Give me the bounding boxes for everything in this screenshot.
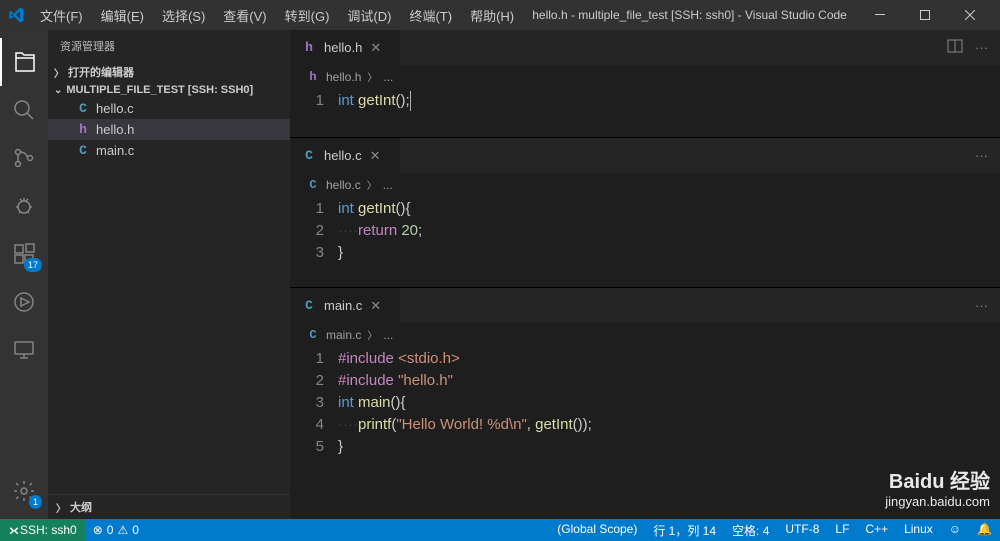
- chevron-right-icon: 〉: [56, 500, 66, 515]
- close-tab-icon[interactable]: ✕: [370, 40, 381, 56]
- vscode-logo-icon: [8, 7, 24, 23]
- feedback-icon[interactable]: ☺: [941, 522, 969, 536]
- breadcrumb[interactable]: hhello.h〉...: [290, 65, 1000, 88]
- search-icon[interactable]: [0, 86, 48, 134]
- breadcrumb[interactable]: Cmain.c〉...: [290, 323, 1000, 346]
- notifications-icon[interactable]: 🔔: [969, 522, 1000, 536]
- sidebar: 资源管理器 〉打开的编辑器 ⌄MULTIPLE_FILE_TEST [SSH: …: [48, 30, 290, 519]
- chevron-right-icon: 〉: [54, 65, 64, 80]
- menu-item[interactable]: 转到(G): [277, 2, 338, 29]
- h-file-icon: h: [306, 70, 320, 84]
- menu-item[interactable]: 文件(F): [32, 2, 91, 29]
- outline-section[interactable]: 〉大纲: [48, 494, 290, 519]
- window-title: hello.h - multiple_file_test [SSH: ssh0]…: [522, 8, 857, 22]
- menu-item[interactable]: 选择(S): [154, 2, 213, 29]
- language-mode-button[interactable]: C++: [857, 522, 896, 536]
- close-button[interactable]: [947, 0, 992, 30]
- chevron-down-icon: ⌄: [54, 85, 62, 96]
- menu-item[interactable]: 调试(D): [339, 2, 399, 29]
- code-editor[interactable]: 12345 #include <stdio.h>#include "hello.…: [290, 346, 1000, 519]
- file-type-icon: h: [76, 122, 90, 137]
- status-bar: SSH: ssh0 ⊗0⚠0 (Global Scope) 行 1，列 14 空…: [0, 519, 1000, 541]
- file-name: hello.c: [96, 101, 134, 116]
- close-tab-icon[interactable]: ✕: [370, 298, 381, 314]
- c-file-icon: C: [302, 148, 316, 163]
- more-actions-icon[interactable]: ···: [975, 148, 988, 163]
- file-item[interactable]: h hello.h: [48, 119, 290, 140]
- test-icon[interactable]: [0, 278, 48, 326]
- os-indicator[interactable]: Linux: [896, 522, 941, 536]
- tab-main-c[interactable]: Cmain.c✕: [290, 288, 400, 323]
- editor-group-1: hhello.h✕ ··· hhello.h〉... 1 int getInt(…: [290, 30, 1000, 137]
- menu-item[interactable]: 查看(V): [215, 2, 274, 29]
- c-file-icon: C: [306, 328, 320, 342]
- c-file-icon: C: [302, 298, 316, 313]
- menu-item[interactable]: 帮助(H): [462, 2, 522, 29]
- file-name: main.c: [96, 143, 134, 158]
- split-editor-icon[interactable]: [947, 38, 963, 57]
- indentation-button[interactable]: 空格: 4: [724, 522, 777, 539]
- menu-bar: 文件(F)编辑(E)选择(S)查看(V)转到(G)调试(D)终端(T)帮助(H): [32, 2, 522, 29]
- file-item[interactable]: Chello.c: [48, 98, 290, 119]
- activity-bar: 17 1: [0, 30, 48, 519]
- open-editors-section[interactable]: 〉打开的编辑器: [48, 62, 290, 82]
- code-editor[interactable]: 123 int getInt(){····return 20;}: [290, 196, 1000, 287]
- tab-hello-h[interactable]: hhello.h✕: [290, 30, 400, 65]
- problems-button[interactable]: ⊗0⚠0: [85, 519, 147, 541]
- file-type-icon: C: [76, 143, 90, 158]
- folder-section[interactable]: ⌄MULTIPLE_FILE_TEST [SSH: SSH0]: [48, 82, 290, 98]
- explorer-icon[interactable]: [0, 38, 48, 86]
- c-file-icon: C: [306, 178, 320, 192]
- more-actions-icon[interactable]: ···: [975, 40, 988, 55]
- close-tab-icon[interactable]: ✕: [370, 148, 381, 164]
- editor-group-2: Chello.c✕ ··· Chello.c〉... 123 int getIn…: [290, 138, 1000, 287]
- debug-icon[interactable]: [0, 182, 48, 230]
- eol-button[interactable]: LF: [827, 522, 857, 536]
- remote-indicator[interactable]: SSH: ssh0: [0, 519, 85, 541]
- remote-explorer-icon[interactable]: [0, 326, 48, 374]
- source-control-icon[interactable]: [0, 134, 48, 182]
- code-editor[interactable]: 1 int getInt();: [290, 88, 1000, 137]
- tab-hello-c[interactable]: Chello.c✕: [290, 138, 400, 173]
- sidebar-title: 资源管理器: [48, 30, 290, 62]
- file-type-icon: C: [76, 101, 90, 116]
- breadcrumb[interactable]: Chello.c〉...: [290, 173, 1000, 196]
- extensions-icon[interactable]: 17: [0, 230, 48, 278]
- file-name: hello.h: [96, 122, 134, 137]
- scope-indicator[interactable]: (Global Scope): [549, 522, 645, 536]
- menu-item[interactable]: 终端(T): [401, 2, 460, 29]
- h-file-icon: h: [302, 40, 316, 55]
- encoding-button[interactable]: UTF-8: [777, 522, 827, 536]
- settings-icon[interactable]: 1: [0, 467, 48, 515]
- editor-group-3: Cmain.c✕ ··· Cmain.c〉... 12345 #include …: [290, 288, 1000, 519]
- menu-item[interactable]: 编辑(E): [93, 2, 152, 29]
- file-item[interactable]: Cmain.c: [48, 140, 290, 161]
- cursor-position[interactable]: 行 1，列 14: [645, 522, 724, 539]
- more-actions-icon[interactable]: ···: [975, 298, 988, 313]
- maximize-button[interactable]: [902, 0, 947, 30]
- minimize-button[interactable]: [857, 0, 902, 30]
